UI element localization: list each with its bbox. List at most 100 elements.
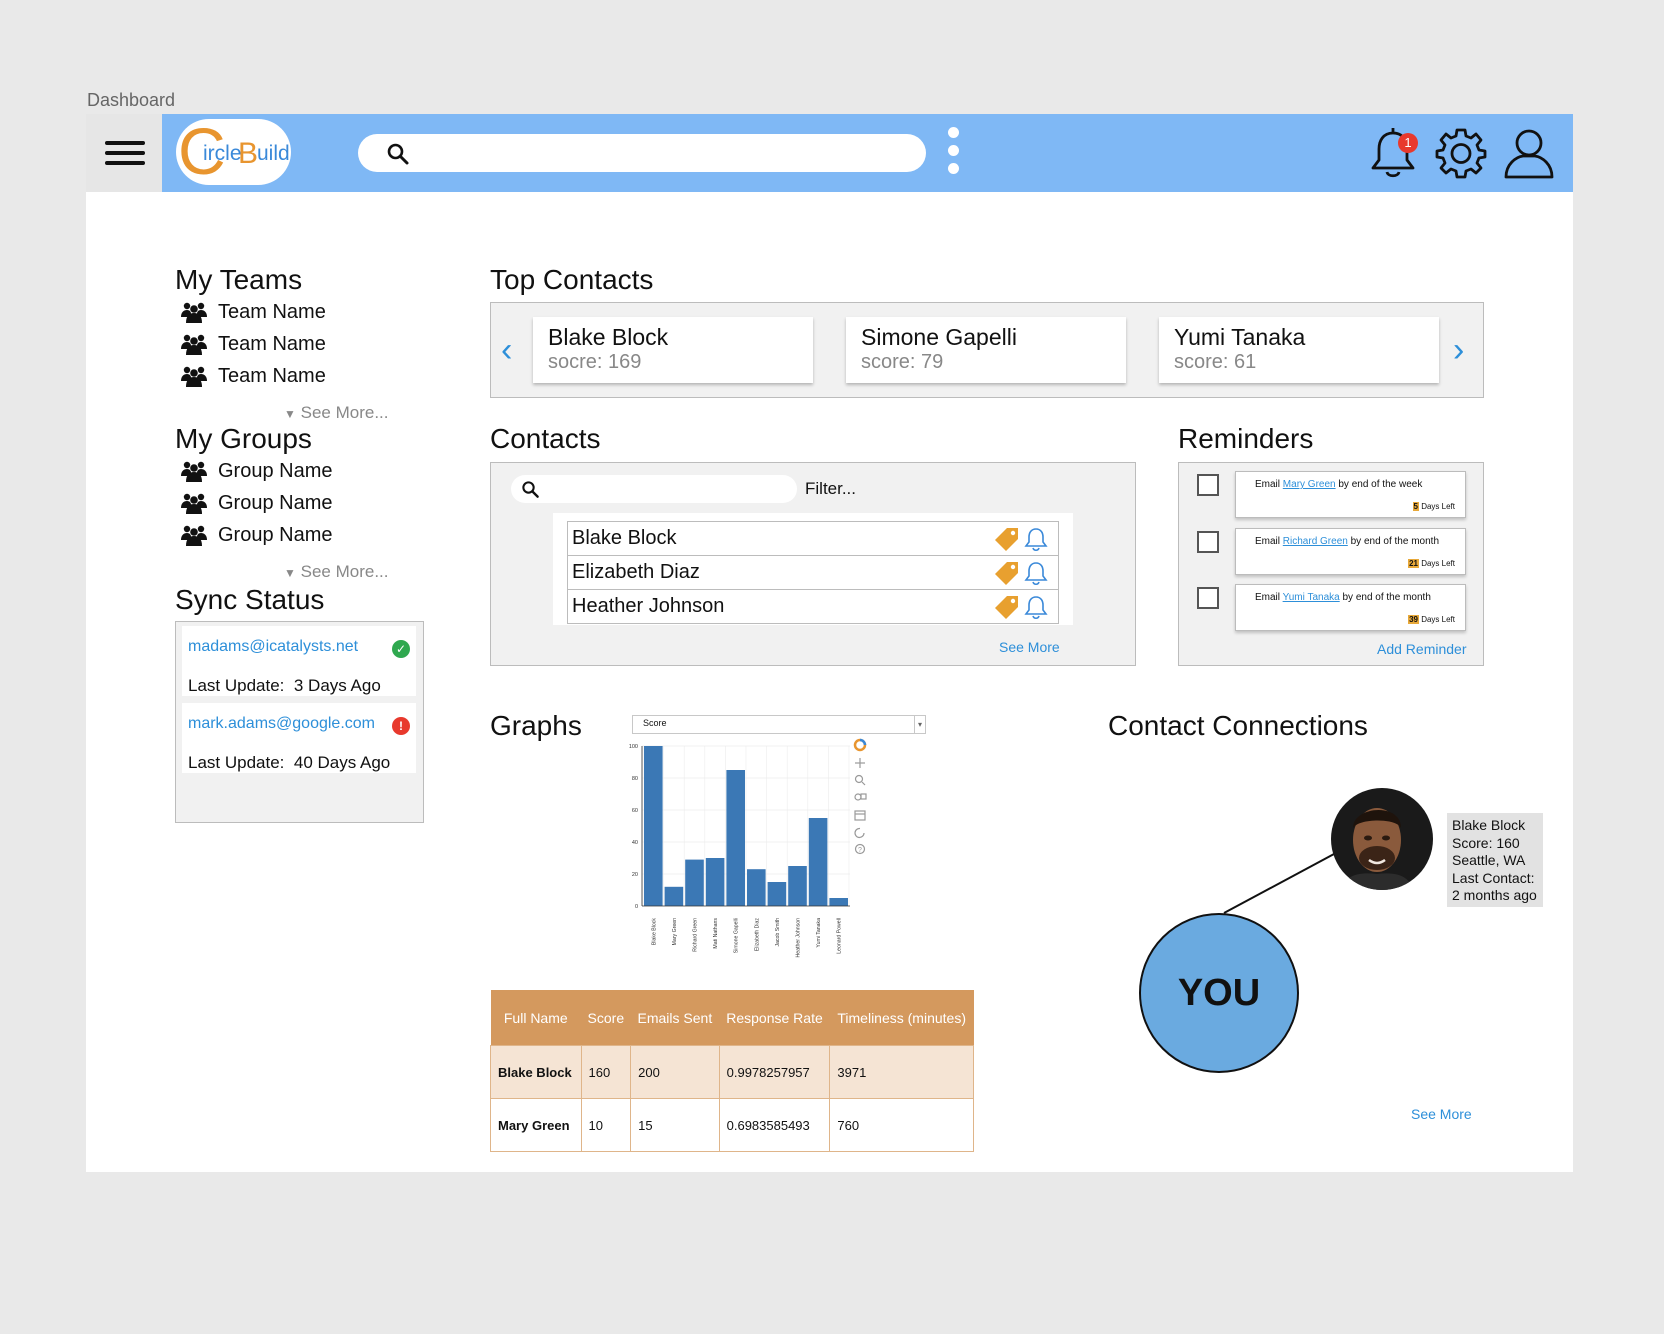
sync-ok-icon: ✓ <box>392 640 410 658</box>
chart-bar[interactable] <box>788 866 807 906</box>
tag-icon[interactable] <box>994 560 1020 586</box>
sync-update-value: 40 Days Ago <box>293 753 391 772</box>
save-tool-icon[interactable] <box>854 810 866 821</box>
table-row[interactable]: Mary Green 10 15 0.6983585493 760 <box>490 1098 974 1152</box>
y-tick-label: 0 <box>635 904 638 910</box>
contacts-search-input[interactable] <box>547 479 791 501</box>
top-contact-score: score: 79 <box>861 351 944 373</box>
you-node[interactable]: YOU <box>1139 913 1299 1073</box>
group-item[interactable]: Group Name <box>180 523 333 547</box>
chart-bar[interactable] <box>685 859 704 906</box>
chart-bar[interactable] <box>829 898 848 906</box>
box-zoom-icon[interactable] <box>854 793 867 801</box>
table-header-cell[interactable]: Score <box>581 990 631 1046</box>
sync-status-title: Sync Status <box>175 584 325 615</box>
contact-row[interactable]: Blake Block <box>567 521 1059 556</box>
chart-bar[interactable] <box>664 886 684 906</box>
circlebuild-logo[interactable]: C ircle B uild <box>175 114 292 188</box>
reminder-bell-icon[interactable] <box>1024 594 1048 620</box>
top-contacts-title: Top Contacts <box>490 264 654 295</box>
help-tool-icon[interactable]: ? <box>854 843 866 855</box>
sync-update-value: 3 Days Ago <box>293 676 381 695</box>
group-item[interactable]: Group Name <box>180 459 333 483</box>
team-item[interactable]: Team Name <box>180 300 326 324</box>
table-header-cell[interactable]: Emails Sent <box>630 990 720 1046</box>
search-icon[interactable] <box>521 480 540 499</box>
teams-see-more[interactable]: ▼ See More... <box>284 403 389 423</box>
graph-metric-select[interactable]: Score ▾ <box>632 715 926 734</box>
reminder-checkbox[interactable] <box>1197 531 1219 553</box>
top-contact-card[interactable]: Yumi Tanaka score: 61 <box>1159 317 1439 383</box>
settings-gear-icon[interactable] <box>1434 126 1488 180</box>
table-cell: 0.6983585493 <box>718 1098 831 1152</box>
reminder-checkbox[interactable] <box>1197 587 1219 609</box>
x-tick-label: Jacob Smith <box>775 918 781 947</box>
team-item[interactable]: Team Name <box>180 364 326 388</box>
score-bar-chart: 0 20 40 60 80 100 Blake Block Mary Green Richard… <box>629 744 850 958</box>
table-header-cell[interactable]: Timeliness (minutes) <box>829 990 974 1046</box>
reminder-checkbox[interactable] <box>1197 474 1219 496</box>
reminder-contact-link[interactable]: Mary Green <box>1283 479 1336 490</box>
reminder-contact-link[interactable]: Richard Green <box>1283 536 1348 547</box>
table-header-cell[interactable]: Response Rate <box>719 990 830 1046</box>
reset-tool-icon[interactable] <box>854 827 865 839</box>
tag-icon[interactable] <box>994 594 1020 620</box>
reminder-card[interactable]: Email Richard Green by end of the month 2… <box>1235 528 1466 575</box>
groups-see-more-label: See More... <box>300 562 389 581</box>
group-name: Group Name <box>218 523 333 546</box>
table-row[interactable]: Blake Block 160 200 0.9978257957 3971 <box>490 1045 974 1099</box>
add-reminder-link[interactable]: Add Reminder <box>1377 641 1467 657</box>
chart-logo-icon[interactable] <box>853 738 867 752</box>
contact-name: Heather Johnson <box>572 595 725 617</box>
carousel-prev-icon[interactable]: ‹ <box>501 331 512 370</box>
sync-status-panel: madams@icatalysts.net ✓ Last Update: 3 D… <box>175 621 424 823</box>
reminder-contact-link[interactable]: Yumi Tanaka <box>1283 592 1340 603</box>
reminder-days-left: 21 Days Left <box>1408 559 1455 568</box>
sync-email[interactable]: mark.adams@google.com <box>188 715 375 733</box>
team-item[interactable]: Team Name <box>180 332 326 356</box>
contacts-see-more-link[interactable]: See More <box>999 639 1060 655</box>
chart-bar[interactable] <box>726 770 745 906</box>
sync-email[interactable]: madams@icatalysts.net <box>188 638 358 656</box>
reminder-bell-icon[interactable] <box>1024 526 1048 552</box>
days-left-count: 5 <box>1412 502 1419 511</box>
group-item[interactable]: Group Name <box>180 491 333 515</box>
page-label: Dashboard <box>87 90 176 110</box>
sync-last-update: Last Update: 40 Days Ago <box>188 753 390 773</box>
groups-see-more[interactable]: ▼ See More... <box>284 562 389 582</box>
table-cell: Blake Block <box>490 1045 582 1099</box>
chart-bar[interactable] <box>747 869 766 906</box>
logo-letter-b: B <box>238 137 258 170</box>
top-contact-card[interactable]: Simone Gapelli score: 79 <box>846 317 1126 383</box>
tag-icon[interactable] <box>994 526 1020 552</box>
pan-tool-icon[interactable] <box>855 758 865 768</box>
filter-button[interactable]: Filter... <box>805 479 856 499</box>
global-search-input[interactable] <box>408 142 912 166</box>
chart-bar[interactable] <box>767 882 787 906</box>
global-search <box>358 134 926 172</box>
contact-row[interactable]: Elizabeth Diaz <box>567 555 1059 590</box>
hamburger-menu-icon[interactable] <box>105 141 145 171</box>
reminder-card[interactable]: Email Mary Green by end of the week 5 Day… <box>1235 471 1466 518</box>
chart-bar[interactable] <box>644 746 663 906</box>
more-options-icon[interactable] <box>946 127 960 181</box>
y-tick-label: 60 <box>632 808 638 814</box>
chart-bar[interactable] <box>705 858 725 906</box>
zoom-tool-icon[interactable] <box>854 774 866 786</box>
top-contacts-carousel: ‹ Blake Block socre: 169 Simone Gapelli … <box>490 302 1484 398</box>
carousel-next-icon[interactable]: › <box>1453 331 1464 370</box>
contact-avatar[interactable] <box>1331 788 1433 890</box>
team-group-icon <box>181 302 207 323</box>
contact-row[interactable]: Heather Johnson <box>567 589 1059 624</box>
search-icon[interactable] <box>386 142 410 166</box>
sync-update-label: Last Update: <box>188 753 285 772</box>
sync-account-card: mark.adams@google.com ! Last Update: 40 … <box>182 703 416 773</box>
connections-see-more-link[interactable]: See More <box>1411 1106 1472 1122</box>
reminder-card[interactable]: Email Yumi Tanaka by end of the month 39 … <box>1235 584 1466 631</box>
group-name: Group Name <box>218 491 333 514</box>
user-profile-icon[interactable] <box>1502 126 1556 180</box>
chart-bar[interactable] <box>808 818 828 906</box>
reminder-bell-icon[interactable] <box>1024 560 1048 586</box>
top-contact-card[interactable]: Blake Block socre: 169 <box>533 317 813 383</box>
table-header-cell[interactable]: Full Name <box>490 990 582 1046</box>
